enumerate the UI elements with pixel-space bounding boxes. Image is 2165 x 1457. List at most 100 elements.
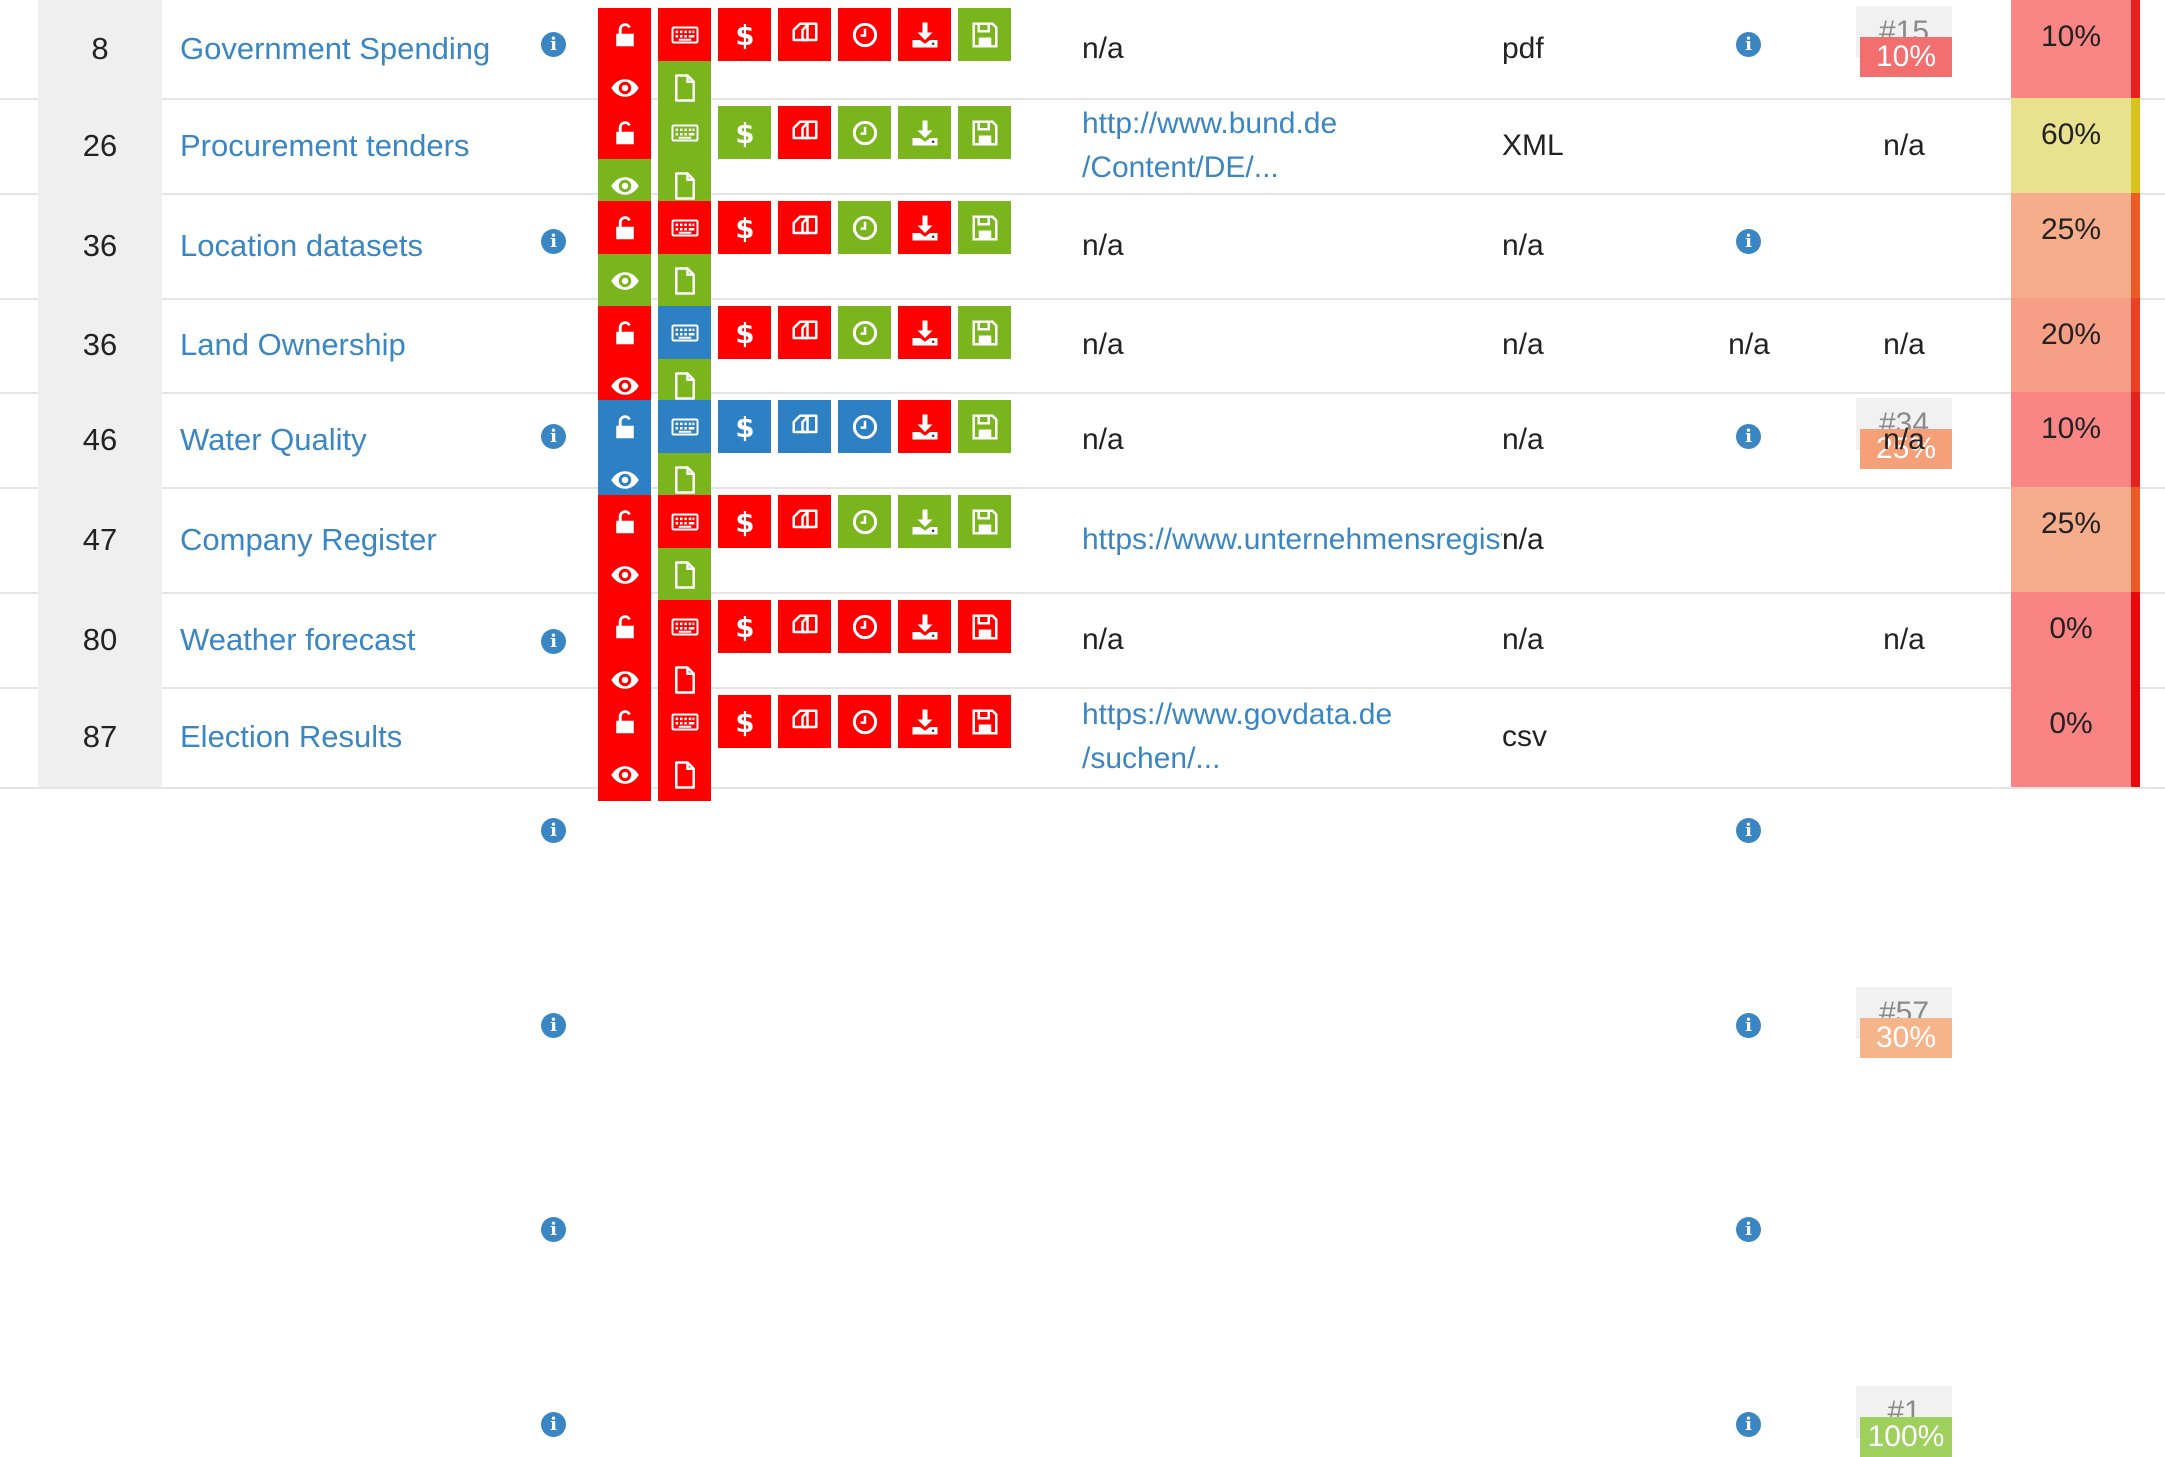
- source-link-cell[interactable]: https://www.unternehmensregister.de: [1082, 487, 1502, 592]
- keyboard-icon[interactable]: [658, 8, 711, 61]
- download-icon[interactable]: [898, 495, 951, 548]
- rank-number: 46: [38, 392, 162, 487]
- dataset-name-link[interactable]: Election Results: [180, 687, 402, 787]
- unlock-icon[interactable]: [598, 8, 651, 61]
- keyboard-icon[interactable]: [658, 695, 711, 748]
- dataset-name-link[interactable]: Government Spending: [180, 0, 490, 98]
- dataset-name-link[interactable]: Procurement tenders: [180, 98, 469, 193]
- file-icon[interactable]: [658, 748, 711, 801]
- table-row: 36 Location datasets i $ n/a n/a i #34 25% 25%: [0, 193, 2165, 469]
- unlock-icon[interactable]: [598, 306, 651, 359]
- clock-icon[interactable]: [838, 106, 891, 159]
- rank-na: n/a: [1883, 328, 1925, 361]
- keyboard-icon[interactable]: [658, 495, 711, 548]
- copy-icon[interactable]: [778, 306, 831, 359]
- source-link-cell[interactable]: http://www.bund.de/Content/DE/...: [1082, 98, 1502, 193]
- info-icon[interactable]: i: [541, 1412, 566, 1437]
- source-link[interactable]: https://www.govdata.de: [1082, 693, 1502, 737]
- dataset-name-link[interactable]: Land Ownership: [180, 298, 406, 392]
- dollar-icon[interactable]: $: [718, 8, 771, 61]
- score-cell: 0%: [2011, 592, 2131, 687]
- save-icon[interactable]: [958, 495, 1011, 548]
- dollar-icon[interactable]: $: [718, 695, 771, 748]
- save-icon[interactable]: [958, 600, 1011, 653]
- source-link-cell[interactable]: https://www.govdata.de/suchen/...: [1082, 687, 1502, 787]
- score-value: 25%: [2040, 213, 2102, 246]
- table-row: 47 Company Register i $ https://www.unterneh…: [0, 487, 2165, 1058]
- keyboard-icon[interactable]: [658, 400, 711, 453]
- unlock-icon[interactable]: [598, 106, 651, 159]
- keyboard-icon[interactable]: [658, 201, 711, 254]
- save-icon[interactable]: [958, 306, 1011, 359]
- dollar-icon[interactable]: $: [718, 400, 771, 453]
- unlock-icon[interactable]: [598, 201, 651, 254]
- save-icon[interactable]: [958, 400, 1011, 453]
- copy-icon[interactable]: [778, 495, 831, 548]
- info-icon[interactable]: i: [541, 818, 566, 843]
- dollar-icon[interactable]: $: [718, 201, 771, 254]
- svg-text:$: $: [735, 213, 754, 243]
- download-icon[interactable]: [898, 8, 951, 61]
- source-link[interactable]: https://www.unternehmensregister.de: [1082, 518, 1502, 562]
- dollar-icon[interactable]: $: [718, 106, 771, 159]
- license-info-icon[interactable]: i: [1736, 1013, 1761, 1038]
- clock-icon[interactable]: [838, 495, 891, 548]
- source-link-continued[interactable]: /Content/DE/...: [1082, 146, 1502, 190]
- score-cell: 0%: [2011, 687, 2131, 787]
- dataset-name-link[interactable]: Water Quality: [180, 392, 367, 487]
- save-icon[interactable]: [958, 106, 1011, 159]
- download-icon[interactable]: [898, 695, 951, 748]
- save-icon[interactable]: [958, 695, 1011, 748]
- clock-icon[interactable]: [838, 8, 891, 61]
- copy-icon[interactable]: [778, 695, 831, 748]
- copy-icon[interactable]: [778, 8, 831, 61]
- unlock-icon[interactable]: [598, 600, 651, 653]
- dataset-name-link[interactable]: Company Register: [180, 487, 437, 592]
- copy-icon[interactable]: [778, 201, 831, 254]
- dataset-name-link[interactable]: Location datasets: [180, 193, 423, 298]
- source-link-continued[interactable]: /suchen/...: [1082, 737, 1502, 781]
- source-link[interactable]: http://www.bund.de: [1082, 102, 1502, 146]
- unlock-icon[interactable]: [598, 495, 651, 548]
- clock-icon[interactable]: [838, 600, 891, 653]
- download-icon[interactable]: [898, 306, 951, 359]
- clock-icon[interactable]: [838, 400, 891, 453]
- format-label: pdf: [1502, 32, 1544, 65]
- eye-icon[interactable]: [598, 748, 651, 801]
- clock-icon[interactable]: [838, 306, 891, 359]
- info-icon[interactable]: i: [541, 1217, 566, 1242]
- keyboard-icon[interactable]: [658, 306, 711, 359]
- copy-icon[interactable]: [778, 600, 831, 653]
- download-icon[interactable]: [898, 400, 951, 453]
- keyboard-icon[interactable]: [658, 600, 711, 653]
- rank-score-pill: 10%: [1860, 37, 1952, 77]
- dollar-icon[interactable]: $: [718, 306, 771, 359]
- keyboard-icon[interactable]: [658, 106, 711, 159]
- download-icon[interactable]: [898, 201, 951, 254]
- unlock-icon[interactable]: [598, 400, 651, 453]
- dollar-icon[interactable]: $: [718, 600, 771, 653]
- dollar-icon[interactable]: $: [718, 495, 771, 548]
- license-info-icon[interactable]: i: [1736, 1412, 1761, 1437]
- score-cell: 10%: [2011, 0, 2131, 98]
- license-info-icon[interactable]: i: [1736, 32, 1761, 57]
- license-info-icon[interactable]: i: [1736, 1217, 1761, 1242]
- copy-icon[interactable]: [778, 106, 831, 159]
- clock-icon[interactable]: [838, 695, 891, 748]
- copy-icon[interactable]: [778, 400, 831, 453]
- save-icon[interactable]: [958, 8, 1011, 61]
- score-indicator-bar: [2131, 98, 2140, 193]
- download-icon[interactable]: [898, 600, 951, 653]
- source-link-cell: n/a: [1082, 392, 1502, 487]
- license-info-icon[interactable]: i: [1736, 818, 1761, 843]
- info-icon[interactable]: i: [541, 1013, 566, 1038]
- unlock-icon[interactable]: [598, 695, 651, 748]
- score-indicator-bar: [2131, 392, 2140, 487]
- clock-icon[interactable]: [838, 201, 891, 254]
- criteria-icons: $: [598, 695, 1018, 810]
- download-icon[interactable]: [898, 106, 951, 159]
- dataset-name-link[interactable]: Weather forecast: [180, 592, 415, 687]
- info-icon[interactable]: i: [541, 32, 566, 57]
- score-value: 60%: [2040, 118, 2102, 151]
- save-icon[interactable]: [958, 201, 1011, 254]
